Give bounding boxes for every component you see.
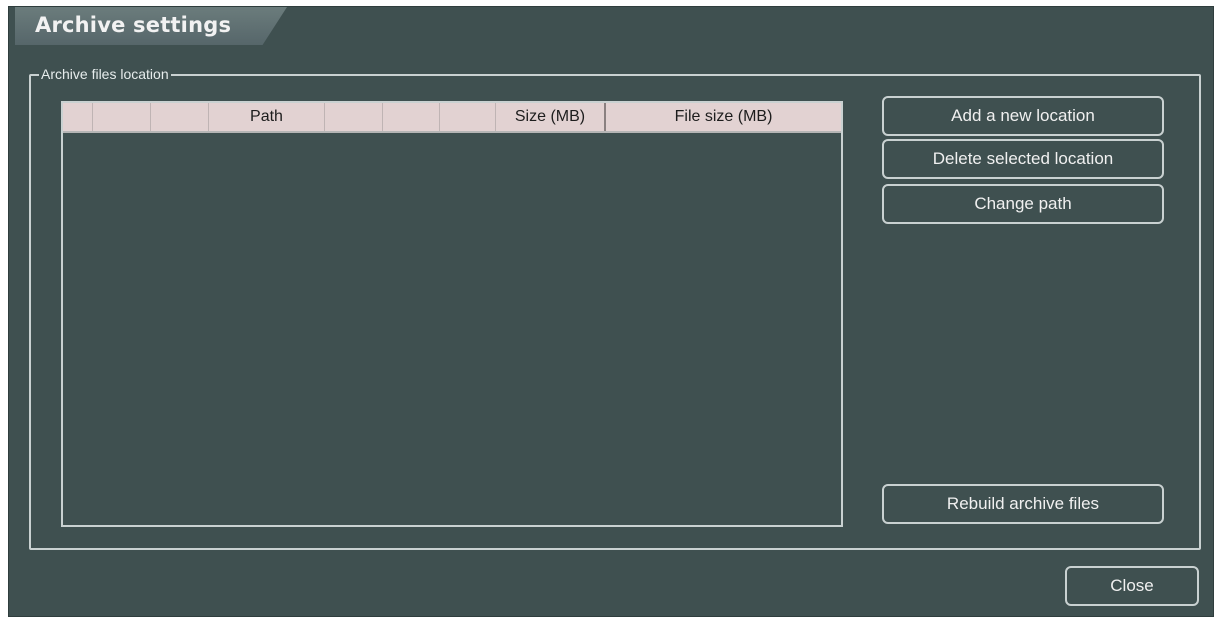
header-cell-blank: [325, 103, 383, 131]
header-cell-blank: [63, 103, 93, 131]
archive-settings-window: ⋮ Archive settings Archive files locatio…: [8, 6, 1214, 617]
table-header: Path Size (MB) File size (MB): [63, 103, 841, 133]
delete-location-button[interactable]: Delete selected location: [882, 139, 1164, 179]
header-cell-blank: [151, 103, 209, 131]
header-cell-blank: [440, 103, 496, 131]
column-header-file-size[interactable]: File size (MB): [606, 103, 841, 131]
close-button[interactable]: Close: [1065, 566, 1199, 606]
add-location-button[interactable]: Add a new location: [882, 96, 1164, 136]
header-cell-blank: [383, 103, 440, 131]
column-header-size[interactable]: Size (MB): [496, 103, 606, 131]
window-title: Archive settings: [35, 13, 232, 37]
group-label: Archive files location: [39, 66, 171, 82]
archive-locations-table[interactable]: Path Size (MB) File size (MB): [61, 101, 843, 527]
column-header-path[interactable]: Path: [209, 103, 325, 131]
drag-handle-icon[interactable]: ⋮: [9, 21, 23, 41]
change-path-button[interactable]: Change path: [882, 184, 1164, 224]
header-cell-blank: [93, 103, 151, 131]
rebuild-archive-button[interactable]: Rebuild archive files: [882, 484, 1164, 524]
